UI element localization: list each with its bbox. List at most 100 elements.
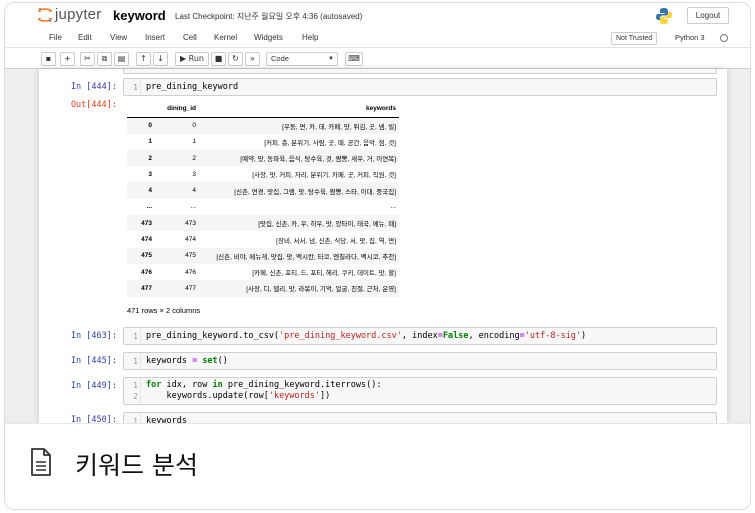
index-header	[127, 101, 155, 118]
cell-type-select[interactable]: Code ▼	[266, 52, 338, 66]
restart-button[interactable]: ↻	[228, 52, 243, 66]
menu-insert[interactable]: Insert	[145, 33, 165, 42]
menu-file[interactable]: File	[49, 33, 62, 42]
card: jupyter keyword Last Checkpoint: 지난주 월요일…	[4, 2, 751, 510]
line-number: 1	[133, 83, 138, 92]
keywords-cell: [장비, 서서, 넘, 신촌, 식당, 서, 맛, 집, 역, 면]	[276, 237, 396, 245]
keywords-cell: [맛집, 신촌, 카, 우, 히우, 맛, 양타이, 태국, 메뉴, 때]	[258, 221, 396, 229]
toolbar: ▪ + ✂ ⧉ ▤ ↑ ↓ ▶ Run ■ ↻ » Code ▼ ⌨	[5, 48, 750, 69]
code-line: keywords	[146, 416, 187, 423]
row-index: ...	[146, 203, 152, 211]
row-index: 4	[148, 187, 152, 195]
row-index: 475	[141, 252, 152, 260]
previous-cell-edge[interactable]	[123, 69, 717, 74]
table-row: 2 2 [예약, 맛, 동파육, 음식, 탕수육, 것, 짬뽕, 새우, 거, 이연…	[127, 149, 399, 167]
row-index: 473	[141, 219, 152, 227]
keywords-cell: [카페, 신촌, 포티, 드, 포티, 헤리, 쿠키, 데이트, 맛, 할]	[252, 270, 396, 278]
save-button[interactable]: ▪	[41, 52, 56, 66]
table-row: 473 473 [맛집, 신촌, 카, 우, 히우, 맛, 양타이, 태국, 메뉴,…	[127, 215, 399, 232]
table-row: 477 477 [사장, 디, 델리, 맛, 라볶이, 기억, 얼굴, 친절, 근처…	[127, 280, 399, 297]
restart-icon: ↻	[232, 54, 239, 63]
code-line: pre_dining_keyword	[146, 82, 239, 92]
fast-forward-icon: »	[250, 54, 255, 63]
row-index: 476	[141, 268, 152, 276]
cell-type-value: Code	[271, 54, 289, 63]
menu-kernel[interactable]: Kernel	[214, 33, 237, 42]
plus-icon: +	[64, 54, 71, 63]
menu-bar: File Edit View Insert Cell Kernel Widget…	[5, 29, 750, 48]
menu-cell[interactable]: Cell	[183, 33, 197, 42]
code-line: keywords.update(row['keywords'])	[146, 391, 331, 401]
jupyter-wordmark[interactable]: jupyter	[55, 6, 101, 23]
code-cell-input[interactable]: 1 pre_dining_keyword.to_csv('pre_dining_…	[123, 327, 717, 345]
dining-id-cell: 477	[185, 284, 196, 292]
paste-button[interactable]: ▤	[114, 52, 129, 66]
jupyter-logo-icon[interactable]	[37, 7, 53, 23]
move-down-button[interactable]: ↓	[153, 52, 168, 66]
dining-id-cell: 4	[192, 187, 196, 195]
trusted-indicator[interactable]: Not Trusted	[611, 32, 658, 45]
code-line: keywords = set()	[146, 356, 228, 366]
line-number: 1	[133, 332, 138, 341]
line-number: 2	[133, 392, 138, 401]
keywords-cell: [사장, 디, 델리, 맛, 라볶이, 기억, 얼굴, 친절, 근처, 운영]	[246, 286, 396, 294]
table-row: 475 475 [신촌, 비야, 메뉴게, 맛집, 맛, 멕시칸, 타코, 엔칠라다…	[127, 247, 399, 264]
dining-id-cell: 1	[192, 138, 196, 146]
dining-id-cell: ...	[190, 203, 196, 211]
table-row: .........	[127, 199, 399, 215]
keywords-cell: [예약, 맛, 동파육, 음식, 탕수육, 것, 짬뽕, 새우, 거, 이연복]	[240, 156, 396, 164]
move-up-button[interactable]: ↑	[136, 52, 151, 66]
dataframe-output: dining_id keywords 0 0 [우동, 면, 카, 데, 카페, 맛…	[127, 101, 399, 297]
chevron-down-icon: ▼	[328, 56, 334, 62]
restart-run-all-button[interactable]: »	[245, 52, 260, 66]
menu-view[interactable]: View	[110, 33, 127, 42]
code-cell-input[interactable]: 1 2 for idx, row in pre_dining_keyword.i…	[123, 377, 717, 405]
cell-prompt: In [449]:	[70, 381, 117, 391]
row-index: 3	[148, 170, 152, 178]
notebook-page: In [444]: 1 pre_dining_keyword Out[444]:…	[39, 69, 727, 423]
row-index: 1	[148, 138, 152, 146]
menu-edit[interactable]: Edit	[78, 33, 92, 42]
kernel-status-icon	[720, 34, 728, 42]
column-header: dining_id	[155, 101, 199, 118]
line-number: 1	[133, 381, 138, 390]
row-index: 477	[141, 284, 152, 292]
command-palette-button[interactable]: ⌨	[345, 52, 363, 66]
dining-id-cell: 476	[185, 268, 196, 276]
save-icon: ▪	[45, 54, 52, 63]
table-row: 0 0 [우동, 면, 카, 데, 카페, 맛, 튀김, 곳, 넴, 빌]	[127, 117, 399, 134]
menu-widgets[interactable]: Widgets	[254, 33, 283, 42]
code-cell-input[interactable]: 1 keywords = set()	[123, 352, 717, 370]
arrow-down-icon: ↓	[157, 54, 164, 63]
keywords-cell: [우동, 면, 카, 데, 카페, 맛, 튀김, 곳, 넴, 빌]	[282, 123, 396, 131]
logout-button[interactable]: Logout	[687, 7, 729, 24]
keywords-cell: [신촌, 비야, 메뉴게, 맛집, 맛, 멕시칸, 타코, 엔칠라다, 멕시코,…	[216, 253, 396, 261]
run-button[interactable]: ▶ Run	[175, 52, 209, 66]
table-header-row: dining_id keywords	[127, 101, 399, 118]
notebook-name[interactable]: keyword	[113, 8, 166, 23]
dining-id-cell: 2	[192, 154, 196, 162]
dining-id-cell: 3	[192, 170, 196, 178]
dining-id-cell: 0	[192, 122, 196, 130]
row-index: 2	[148, 154, 152, 162]
code-cell-input[interactable]: 1 keywords	[123, 412, 717, 423]
code-cell-input[interactable]: 1 pre_dining_keyword	[123, 78, 717, 96]
table-row: 4 4 [신촌, 연경, 맛집, 그램, 맛, 탕수육, 짬뽕, 스타, 이대, 중…	[127, 182, 399, 199]
copy-button[interactable]: ⧉	[97, 52, 112, 66]
row-index: 474	[141, 236, 152, 244]
cell-prompt: In [445]:	[70, 356, 117, 366]
cut-button[interactable]: ✂	[80, 52, 95, 66]
menu-help[interactable]: Help	[302, 33, 318, 42]
row-index: 0	[148, 122, 152, 130]
code-line: for idx, row in pre_dining_keyword.iterr…	[146, 380, 382, 390]
cell-prompt: In [450]:	[70, 415, 117, 423]
paste-icon: ▤	[117, 54, 126, 63]
table-row: 3 3 [사장, 맛, 커피, 자리, 분위기, 카페, 곳, 커피, 직원, 것]	[127, 166, 399, 182]
insert-cell-button[interactable]: +	[60, 52, 75, 66]
caption-title: 키워드 분석	[75, 451, 198, 480]
checkpoint-status: Last Checkpoint: 지난주 월요일 오후 4:36 (autosa…	[175, 12, 363, 21]
dining-id-cell: 474	[185, 236, 196, 244]
cell-prompt: In [463]:	[70, 331, 117, 341]
interrupt-button[interactable]: ■	[211, 52, 226, 66]
table-row: 476 476 [카페, 신촌, 포티, 드, 포티, 헤리, 쿠키, 데이트, 맛…	[127, 264, 399, 280]
